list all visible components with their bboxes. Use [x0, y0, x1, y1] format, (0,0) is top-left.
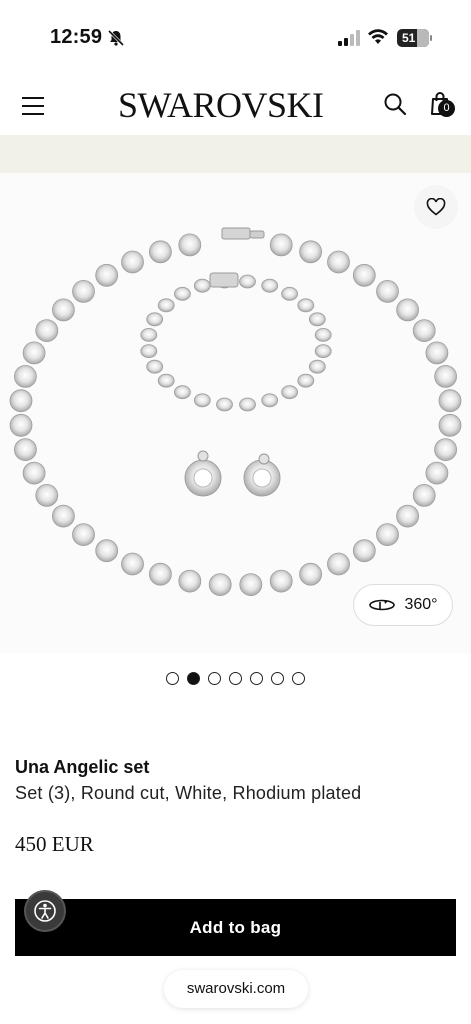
- product-image[interactable]: [0, 173, 471, 653]
- heart-icon: [426, 198, 446, 216]
- carousel-dot[interactable]: [292, 672, 305, 685]
- cellular-signal-icon: [338, 30, 360, 46]
- accessibility-icon: [34, 900, 56, 922]
- earring-right-graphic: [243, 453, 281, 497]
- bell-mute-icon: [107, 29, 125, 47]
- jewelry-set-image: [9, 227, 462, 597]
- product-name: Una Angelic set: [15, 757, 150, 777]
- promo-strip: [0, 135, 471, 173]
- battery-indicator: 51: [397, 29, 432, 47]
- necklace-graphic: [9, 233, 462, 597]
- accessibility-button[interactable]: [24, 890, 66, 932]
- status-time: 12:59: [50, 26, 103, 48]
- earring-left-graphic: [184, 450, 222, 497]
- status-bar: 12:59 51: [0, 0, 471, 72]
- hamburger-icon: [22, 97, 46, 115]
- carousel-dot[interactable]: [271, 672, 284, 685]
- wifi-icon: [368, 29, 388, 44]
- carousel-dot[interactable]: [229, 672, 242, 685]
- carousel-dot[interactable]: [187, 672, 200, 685]
- bracelet-graphic: [140, 274, 332, 412]
- carousel-dot[interactable]: [208, 672, 221, 685]
- browser-url-bar[interactable]: swarovski.com: [164, 970, 308, 1008]
- wishlist-button[interactable]: [414, 185, 458, 229]
- menu-button[interactable]: [22, 97, 46, 115]
- product-price: 450 EUR: [15, 832, 94, 856]
- image-carousel-dots: [166, 672, 305, 685]
- view-360-button[interactable]: 360°: [353, 584, 453, 626]
- view-360-label: 360°: [404, 596, 438, 613]
- bag-count-badge[interactable]: 0: [438, 100, 455, 117]
- brand-logo[interactable]: SWAROVSKI: [118, 84, 324, 126]
- rotate-360-icon: [369, 599, 396, 611]
- add-to-bag-button[interactable]: Add to bag: [15, 899, 456, 956]
- product-description: Set (3), Round cut, White, Rhodium plate…: [15, 783, 362, 803]
- site-header: SWAROVSKI 0: [0, 72, 471, 136]
- carousel-dot[interactable]: [250, 672, 263, 685]
- search-icon[interactable]: [383, 92, 407, 116]
- battery-level: 51: [402, 31, 416, 45]
- carousel-dot[interactable]: [166, 672, 179, 685]
